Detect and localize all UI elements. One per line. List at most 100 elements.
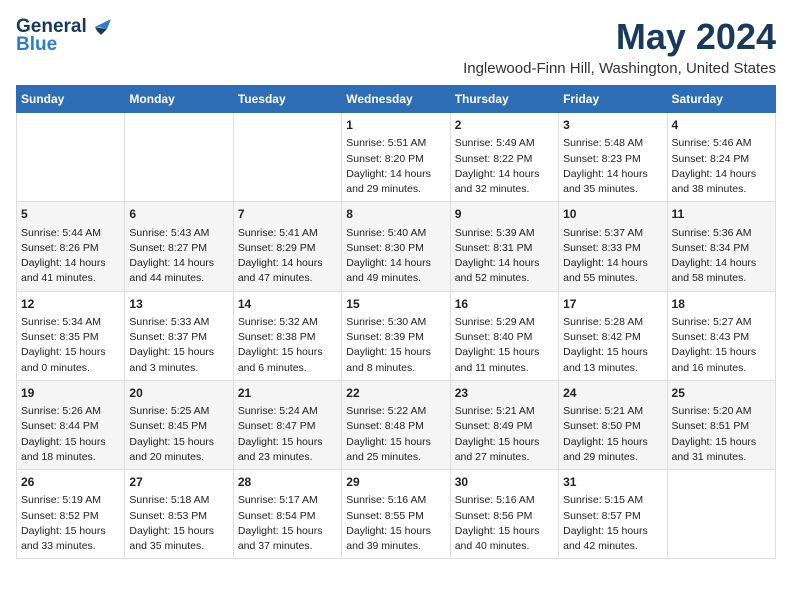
day-info: Sunset: 8:24 PM — [672, 152, 771, 167]
calendar-cell: 11Sunrise: 5:36 AMSunset: 8:34 PMDayligh… — [667, 202, 775, 291]
calendar-cell: 8Sunrise: 5:40 AMSunset: 8:30 PMDaylight… — [342, 202, 450, 291]
day-info: Sunset: 8:39 PM — [346, 330, 445, 345]
day-info: Sunset: 8:35 PM — [21, 330, 120, 345]
day-info: Sunrise: 5:39 AM — [455, 226, 554, 241]
day-number: 3 — [563, 117, 662, 134]
calendar-cell: 4Sunrise: 5:46 AMSunset: 8:24 PMDaylight… — [667, 113, 775, 202]
day-info: Daylight: 15 hours and 13 minutes. — [563, 345, 662, 375]
day-info: Sunrise: 5:41 AM — [238, 226, 337, 241]
day-info: Sunrise: 5:16 AM — [455, 493, 554, 508]
calendar-cell: 20Sunrise: 5:25 AMSunset: 8:45 PMDayligh… — [125, 380, 233, 469]
day-number: 7 — [238, 206, 337, 223]
day-info: Sunset: 8:27 PM — [129, 241, 228, 256]
day-info: Sunset: 8:26 PM — [21, 241, 120, 256]
day-info: Daylight: 15 hours and 23 minutes. — [238, 435, 337, 465]
calendar-cell: 16Sunrise: 5:29 AMSunset: 8:40 PMDayligh… — [450, 291, 558, 380]
day-info: Sunset: 8:38 PM — [238, 330, 337, 345]
day-number: 16 — [455, 296, 554, 313]
day-info: Daylight: 14 hours and 55 minutes. — [563, 256, 662, 286]
day-info: Sunset: 8:33 PM — [563, 241, 662, 256]
day-number: 25 — [672, 385, 771, 402]
day-info: Daylight: 15 hours and 0 minutes. — [21, 345, 120, 375]
day-number: 17 — [563, 296, 662, 313]
calendar-cell: 30 Sunrise: 5:16 AMSunset: 8:56 PMDayligh… — [450, 470, 558, 559]
day-info: Sunrise: 5:16 AM — [346, 493, 445, 508]
day-info: Daylight: 14 hours and 35 minutes. — [563, 167, 662, 197]
day-info: Sunrise: 5:17 AM — [238, 493, 337, 508]
calendar-cell: 15Sunrise: 5:30 AMSunset: 8:39 PMDayligh… — [342, 291, 450, 380]
calendar-cell: 13Sunrise: 5:33 AMSunset: 8:37 PMDayligh… — [125, 291, 233, 380]
day-info: Daylight: 15 hours and 27 minutes. — [455, 435, 554, 465]
day-info: Sunset: 8:34 PM — [672, 241, 771, 256]
calendar-cell: 27Sunrise: 5:18 AMSunset: 8:53 PMDayligh… — [125, 470, 233, 559]
day-number: 2 — [455, 117, 554, 134]
day-info: Sunrise: 5:18 AM — [129, 493, 228, 508]
col-header-thursday: Thursday — [450, 86, 558, 113]
day-info: Sunrise: 5:15 AM — [563, 493, 662, 508]
day-info: Daylight: 14 hours and 49 minutes. — [346, 256, 445, 286]
calendar-cell: 10 Sunrise: 5:37 AMSunset: 8:33 PMDayligh… — [559, 202, 667, 291]
day-info: Daylight: 14 hours and 38 minutes. — [672, 167, 771, 197]
calendar-cell: 7 Sunrise: 5:41 AMSunset: 8:29 PMDaylight… — [233, 202, 341, 291]
calendar-cell: 21Sunrise: 5:24 AMSunset: 8:47 PMDayligh… — [233, 380, 341, 469]
day-number: 9 — [455, 206, 554, 223]
calendar-cell: 22Sunrise: 5:22 AMSunset: 8:48 PMDayligh… — [342, 380, 450, 469]
day-info: Sunrise: 5:26 AM — [21, 404, 120, 419]
day-info: Sunrise: 5:32 AM — [238, 315, 337, 330]
calendar-cell: 14 Sunrise: 5:32 AMSunset: 8:38 PMDayligh… — [233, 291, 341, 380]
day-info: Daylight: 14 hours and 47 minutes. — [238, 256, 337, 286]
day-number: 12 — [21, 296, 120, 313]
day-info: Sunrise: 5:37 AM — [563, 226, 662, 241]
col-header-monday: Monday — [125, 86, 233, 113]
day-info: Daylight: 15 hours and 18 minutes. — [21, 435, 120, 465]
day-info: Daylight: 15 hours and 40 minutes. — [455, 524, 554, 554]
day-info: Sunrise: 5:49 AM — [455, 136, 554, 151]
day-info: Sunset: 8:56 PM — [455, 509, 554, 524]
calendar-cell: 1Sunrise: 5:51 AMSunset: 8:20 PMDaylight… — [342, 113, 450, 202]
day-info: Sunset: 8:50 PM — [563, 419, 662, 434]
calendar-cell: 23Sunrise: 5:21 AMSunset: 8:49 PMDayligh… — [450, 380, 558, 469]
day-number: 5 — [21, 206, 120, 223]
day-info: Daylight: 15 hours and 33 minutes. — [21, 524, 120, 554]
day-number: 14 — [238, 296, 337, 313]
day-info: Daylight: 14 hours and 58 minutes. — [672, 256, 771, 286]
day-number: 20 — [129, 385, 228, 402]
day-number: 30 — [455, 474, 554, 491]
day-number: 8 — [346, 206, 445, 223]
day-info: Daylight: 15 hours and 39 minutes. — [346, 524, 445, 554]
day-info: Daylight: 15 hours and 8 minutes. — [346, 345, 445, 375]
calendar-cell: 12 Sunrise: 5:34 AMSunset: 8:35 PMDayligh… — [17, 291, 125, 380]
col-header-saturday: Saturday — [667, 86, 775, 113]
day-info: Sunrise: 5:34 AM — [21, 315, 120, 330]
day-number: 18 — [672, 296, 771, 313]
day-info: Sunset: 8:40 PM — [455, 330, 554, 345]
col-header-wednesday: Wednesday — [342, 86, 450, 113]
day-info: Sunrise: 5:29 AM — [455, 315, 554, 330]
day-number: 10 — [563, 206, 662, 223]
day-info: Sunrise: 5:46 AM — [672, 136, 771, 151]
day-info: Sunset: 8:47 PM — [238, 419, 337, 434]
day-info: Daylight: 15 hours and 3 minutes. — [129, 345, 228, 375]
day-info: Sunrise: 5:27 AM — [672, 315, 771, 330]
logo: General Blue — [16, 16, 111, 56]
day-number: 19 — [21, 385, 120, 402]
day-info: Daylight: 14 hours and 41 minutes. — [21, 256, 120, 286]
day-number: 15 — [346, 296, 445, 313]
day-info: Sunrise: 5:28 AM — [563, 315, 662, 330]
day-number: 31 — [563, 474, 662, 491]
day-info: Sunrise: 5:21 AM — [563, 404, 662, 419]
day-info: Sunrise: 5:33 AM — [129, 315, 228, 330]
day-number: 13 — [129, 296, 228, 313]
day-info: Sunrise: 5:44 AM — [21, 226, 120, 241]
day-info: Sunset: 8:29 PM — [238, 241, 337, 256]
logo-bird-icon — [89, 19, 111, 35]
calendar-cell: 24Sunrise: 5:21 AMSunset: 8:50 PMDayligh… — [559, 380, 667, 469]
calendar-cell — [125, 113, 233, 202]
calendar-cell — [233, 113, 341, 202]
day-info: Daylight: 15 hours and 6 minutes. — [238, 345, 337, 375]
day-number: 26 — [21, 474, 120, 491]
day-info: Sunrise: 5:24 AM — [238, 404, 337, 419]
day-info: Daylight: 14 hours and 52 minutes. — [455, 256, 554, 286]
day-info: Sunset: 8:42 PM — [563, 330, 662, 345]
day-info: Daylight: 14 hours and 44 minutes. — [129, 256, 228, 286]
